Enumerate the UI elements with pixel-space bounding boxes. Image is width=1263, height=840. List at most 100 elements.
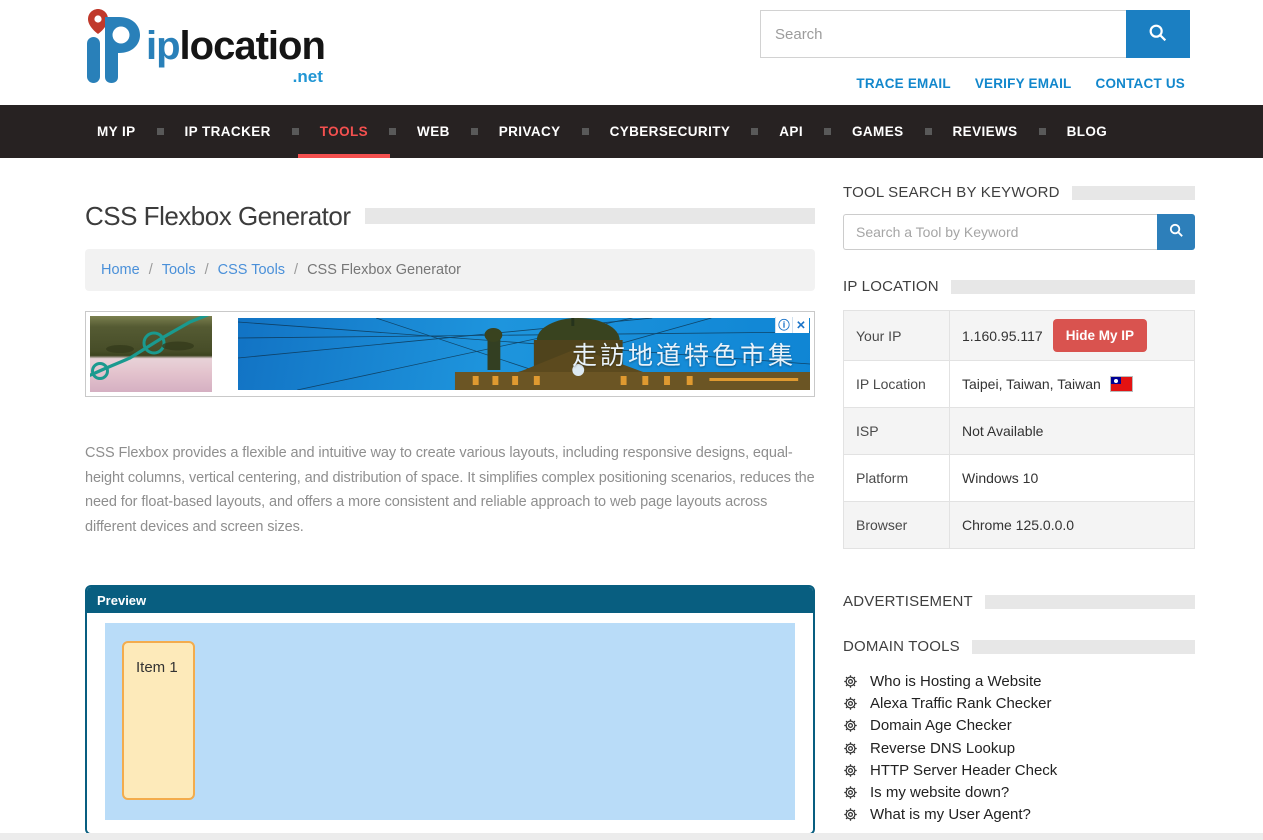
tool-search bbox=[843, 214, 1195, 250]
site-logo[interactable]: iplocation .net bbox=[78, 8, 325, 89]
platform-value: Windows 10 bbox=[950, 455, 1195, 502]
list-item[interactable]: HTTP Server Header Check bbox=[843, 759, 1195, 781]
logo-ip: ip bbox=[146, 24, 180, 68]
ip-location-value: Taipei, Taiwan, Taiwan bbox=[962, 376, 1101, 392]
table-row: Browser Chrome 125.0.0.0 bbox=[844, 502, 1195, 549]
nav-item-web[interactable]: WEB bbox=[405, 105, 462, 158]
nav-item-my-ip[interactable]: MY IP bbox=[85, 105, 148, 158]
gear-icon bbox=[843, 741, 858, 756]
nav-separator bbox=[389, 128, 396, 135]
nav-separator bbox=[292, 128, 299, 135]
table-row: IP Location Taipei, Taiwan, Taiwan bbox=[844, 361, 1195, 408]
preview-title: Preview bbox=[97, 593, 146, 608]
site-header: iplocation .net TRACE EMAIL VERIFY EMAIL… bbox=[0, 0, 1263, 105]
ad-choice-icons: ⓘ ✕ bbox=[775, 317, 809, 333]
main-nav: MY IP IP TRACKER TOOLS WEB PRIVACY CYBER… bbox=[0, 105, 1263, 158]
nav-item-privacy[interactable]: PRIVACY bbox=[487, 105, 573, 158]
ad-left-image[interactable] bbox=[90, 316, 212, 392]
gear-icon bbox=[843, 674, 858, 689]
list-item[interactable]: Domain Age Checker bbox=[843, 715, 1195, 737]
logo-pin-icon bbox=[78, 8, 142, 89]
hide-my-ip-button[interactable]: Hide My IP bbox=[1053, 319, 1147, 352]
main-content: CSS Flexbox Generator Home / Tools / CSS… bbox=[85, 158, 815, 835]
table-row: ISP Not Available bbox=[844, 408, 1195, 455]
list-item[interactable]: Reverse DNS Lookup bbox=[843, 737, 1195, 759]
flex-preview-container: Item 1 bbox=[105, 623, 795, 820]
nav-item-games[interactable]: GAMES bbox=[840, 105, 916, 158]
header-search-input[interactable] bbox=[760, 10, 1126, 58]
breadcrumb-tools[interactable]: Tools bbox=[162, 262, 196, 278]
isp-label: ISP bbox=[844, 408, 950, 455]
search-icon bbox=[1168, 222, 1185, 242]
advertisement-heading: ADVERTISEMENT bbox=[843, 593, 973, 610]
breadcrumb-home[interactable]: Home bbox=[101, 262, 140, 278]
nav-item-api[interactable]: API bbox=[767, 105, 815, 158]
nav-item-reviews[interactable]: REVIEWS bbox=[941, 105, 1030, 158]
verify-email-link[interactable]: VERIFY EMAIL bbox=[975, 76, 1072, 91]
domain-tools-heading: DOMAIN TOOLS bbox=[843, 638, 960, 655]
logo-tld: .net bbox=[146, 68, 325, 85]
list-item[interactable]: What is my User Agent? bbox=[843, 804, 1195, 826]
nav-item-blog[interactable]: BLOG bbox=[1055, 105, 1120, 158]
tool-search-input[interactable] bbox=[843, 214, 1157, 250]
list-item[interactable]: Alexa Traffic Rank Checker bbox=[843, 692, 1195, 714]
page-body: CSS Flexbox Generator Home / Tools / CSS… bbox=[0, 158, 1263, 835]
nav-item-cybersecurity[interactable]: CYBERSECURITY bbox=[598, 105, 743, 158]
nav-separator bbox=[582, 128, 589, 135]
list-item[interactable]: Who is Hosting a Website bbox=[843, 670, 1195, 692]
gear-icon bbox=[843, 696, 858, 711]
header-links: TRACE EMAIL VERIFY EMAIL CONTACT US bbox=[856, 76, 1185, 91]
ad-close-icon[interactable]: ✕ bbox=[792, 317, 809, 333]
ad-banner[interactable]: 走訪地道特色市集 ⓘ ✕ bbox=[85, 311, 815, 397]
heading-decoration-bar bbox=[951, 280, 1195, 294]
ad-text: 走訪地道特色市集 bbox=[572, 336, 796, 372]
gear-icon bbox=[843, 785, 858, 800]
header-search-button[interactable] bbox=[1126, 10, 1190, 58]
ip-location-table: Your IP 1.160.95.117 Hide My IP IP Locat… bbox=[843, 310, 1195, 549]
your-ip-value: 1.160.95.117 bbox=[962, 328, 1043, 344]
breadcrumb-separator: / bbox=[294, 262, 298, 278]
domain-tools-list: Who is Hosting a Website Alexa Traffic R… bbox=[843, 670, 1195, 826]
preview-panel: Preview Item 1 bbox=[85, 585, 815, 835]
search-icon bbox=[1147, 22, 1169, 47]
nav-separator bbox=[1039, 128, 1046, 135]
tool-search-button[interactable] bbox=[1157, 214, 1195, 250]
ip-location-label: IP Location bbox=[844, 361, 950, 408]
footer-strip bbox=[0, 833, 1263, 840]
preview-panel-header: Preview bbox=[87, 587, 813, 613]
nav-item-tools[interactable]: TOOLS bbox=[308, 105, 380, 158]
ip-location-heading: IP LOCATION bbox=[843, 278, 939, 295]
your-ip-label: Your IP bbox=[844, 311, 950, 361]
nav-item-ip-tracker[interactable]: IP TRACKER bbox=[173, 105, 283, 158]
breadcrumb-current: CSS Flexbox Generator bbox=[307, 262, 461, 278]
sidebar: TOOL SEARCH BY KEYWORD IP LOCATION Your … bbox=[843, 158, 1195, 835]
table-row: Platform Windows 10 bbox=[844, 455, 1195, 502]
breadcrumb-separator: / bbox=[205, 262, 209, 278]
heading-decoration-bar bbox=[972, 640, 1195, 654]
nav-separator bbox=[925, 128, 932, 135]
isp-value: Not Available bbox=[950, 408, 1195, 455]
contact-us-link[interactable]: CONTACT US bbox=[1096, 76, 1186, 91]
title-decoration-bar bbox=[365, 208, 815, 224]
trace-email-link[interactable]: TRACE EMAIL bbox=[856, 76, 950, 91]
ad-info-icon[interactable]: ⓘ bbox=[775, 317, 792, 333]
gear-icon bbox=[843, 763, 858, 778]
breadcrumb-css-tools[interactable]: CSS Tools bbox=[218, 262, 285, 278]
taiwan-flag-icon bbox=[1111, 377, 1132, 391]
gear-icon bbox=[843, 718, 858, 733]
logo-location: location bbox=[180, 24, 325, 68]
logo-text: iplocation .net bbox=[146, 8, 325, 85]
nav-separator bbox=[824, 128, 831, 135]
heading-decoration-bar bbox=[985, 595, 1195, 609]
nav-separator bbox=[157, 128, 164, 135]
nav-separator bbox=[471, 128, 478, 135]
table-row: Your IP 1.160.95.117 Hide My IP bbox=[844, 311, 1195, 361]
browser-value: Chrome 125.0.0.0 bbox=[950, 502, 1195, 549]
flex-preview-item-1: Item 1 bbox=[122, 641, 195, 800]
tool-search-heading: TOOL SEARCH BY KEYWORD bbox=[843, 184, 1060, 201]
nav-separator bbox=[751, 128, 758, 135]
list-item[interactable]: Is my website down? bbox=[843, 781, 1195, 803]
tool-description: CSS Flexbox provides a flexible and intu… bbox=[85, 441, 815, 539]
ad-right-image[interactable]: 走訪地道特色市集 bbox=[238, 318, 810, 390]
platform-label: Platform bbox=[844, 455, 950, 502]
